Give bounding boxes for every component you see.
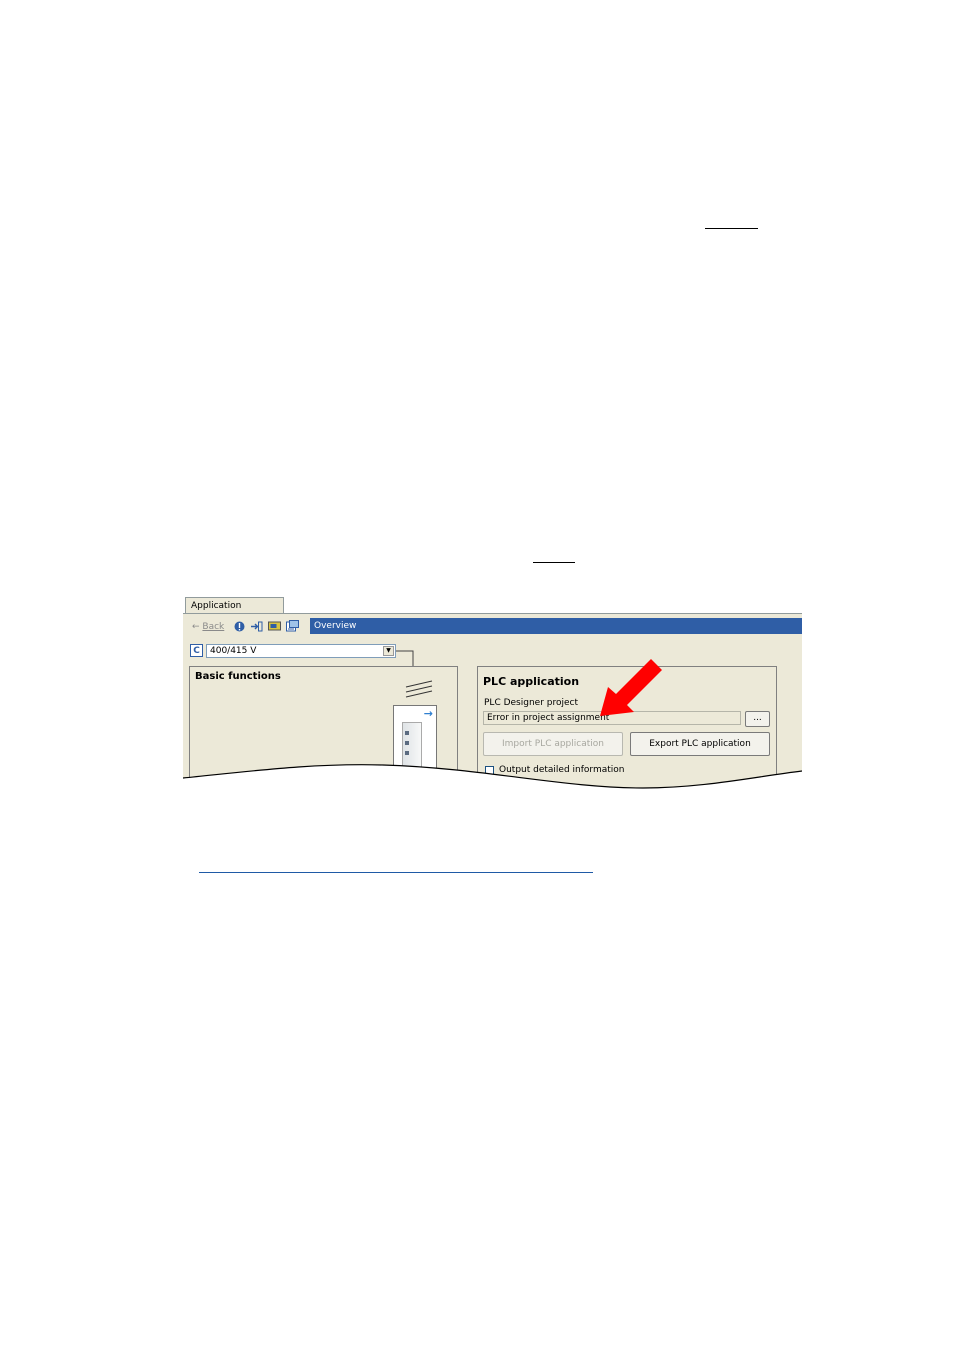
application-parameters-screenshot: Application Parameters ← Back Overview C… [183,595,802,792]
text-underline [705,228,758,229]
link-underline [199,872,593,873]
text-underline [533,562,575,563]
torn-edge [183,764,802,792]
